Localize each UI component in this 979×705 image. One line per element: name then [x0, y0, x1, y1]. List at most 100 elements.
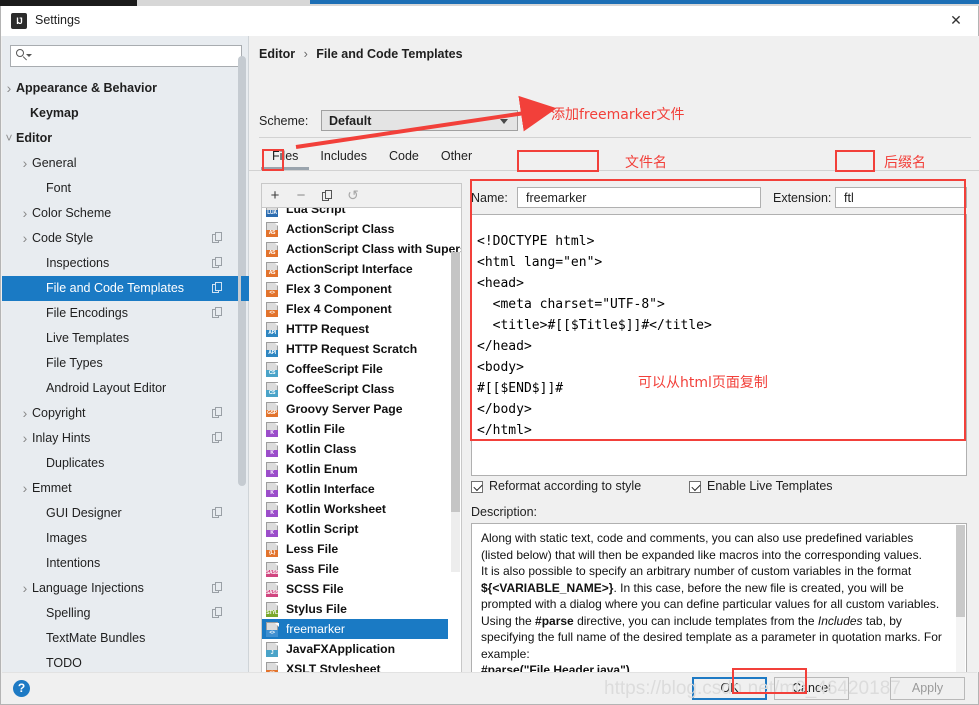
settings-tree[interactable]: Appearance & Behavior Keymap Editor General… — [2, 76, 241, 672]
sidebar-item-label: Intentions — [46, 556, 101, 570]
template-list-item[interactable]: AS ActionScript Class with Supers — [262, 239, 461, 259]
sidebar-item-textmate-bundles[interactable]: TextMate Bundles — [2, 626, 241, 651]
template-list-item[interactable]: AS ActionScript Class — [262, 219, 448, 239]
sidebar-item-language-injections[interactable]: Language Injections — [2, 576, 241, 601]
template-list-item[interactable]: K Kotlin Script — [262, 519, 448, 539]
template-list-scrollbar[interactable] — [451, 252, 460, 572]
chevron-right-icon[interactable] — [20, 401, 30, 426]
description-scrollbar[interactable] — [956, 525, 965, 690]
sidebar-item-emmet[interactable]: Emmet — [2, 476, 241, 501]
chevron-down-icon — [500, 119, 509, 124]
description-scrollbar-thumb[interactable] — [956, 525, 965, 617]
sidebar-item-label: Images — [46, 531, 87, 545]
chevron-right-icon[interactable] — [20, 426, 30, 451]
sidebar-item-code-style[interactable]: Code Style — [2, 226, 241, 251]
chevron-down-icon[interactable] — [4, 126, 14, 151]
template-list-item[interactable]: <> Flex 4 Component — [262, 299, 448, 319]
breadcrumb-leaf: File and Code Templates — [316, 47, 463, 61]
sidebar-item-font[interactable]: Font — [2, 176, 241, 201]
tab-code[interactable]: Code — [378, 146, 430, 168]
sidebar-item-intentions[interactable]: Intentions — [2, 551, 241, 576]
template-list-item[interactable]: K Kotlin Class — [262, 439, 448, 459]
template-list-item[interactable]: GSP Groovy Server Page — [262, 399, 448, 419]
tab-other[interactable]: Other — [430, 146, 483, 168]
sidebar-item-label: General — [32, 156, 77, 170]
template-list-item[interactable]: API HTTP Request Scratch — [262, 339, 448, 359]
template-list-item[interactable]: K Kotlin File — [262, 419, 448, 439]
sidebar-item-label: File Encodings — [46, 306, 128, 320]
sidebar-item-live-templates[interactable]: Live Templates — [2, 326, 241, 351]
title-bar: IJ Settings ✕ — [1, 6, 978, 36]
chevron-right-icon[interactable] — [20, 476, 30, 501]
sidebar-scrollbar[interactable] — [238, 36, 246, 632]
template-list-item[interactable]: API HTTP Request — [262, 319, 448, 339]
chevron-right-icon[interactable] — [20, 226, 30, 251]
tab-includes[interactable]: Includes — [309, 146, 378, 168]
sidebar-search[interactable] — [10, 45, 242, 67]
sidebar-item-label: TODO — [46, 656, 82, 670]
apply-button[interactable]: Apply — [890, 677, 965, 700]
chevron-right-icon[interactable] — [4, 76, 14, 101]
sidebar-item-inspections[interactable]: Inspections — [2, 251, 241, 276]
sidebar-item-spelling[interactable]: Spelling — [2, 601, 241, 626]
template-list-item-label: Kotlin Interface — [286, 482, 375, 496]
sidebar-item-general[interactable]: General — [2, 151, 241, 176]
sidebar-item-gui-designer[interactable]: GUI Designer — [2, 501, 241, 526]
template-list-scrollbar-thumb[interactable] — [451, 252, 460, 512]
annotation-file-name: 文件名 — [625, 155, 667, 171]
search-input-box[interactable] — [10, 45, 242, 67]
reset-template-button[interactable]: ↺ — [343, 186, 363, 206]
file-type-icon: <> — [266, 302, 280, 317]
file-type-icon: STYL — [266, 602, 280, 617]
sidebar-item-label: File Types — [46, 356, 103, 370]
sidebar-scrollbar-thumb[interactable] — [238, 56, 246, 486]
template-list-item[interactable]: CS CoffeeScript File — [262, 359, 448, 379]
remove-template-button[interactable]: − — [291, 186, 311, 206]
template-list-item[interactable]: CS CoffeeScript Class — [262, 379, 448, 399]
sidebar-item-file-encodings[interactable]: File Encodings — [2, 301, 241, 326]
template-list-item[interactable]: J JavaFXApplication — [262, 639, 448, 659]
template-list-item[interactable]: STYL Stylus File — [262, 599, 448, 619]
sidebar-item-file-types[interactable]: File Types — [2, 351, 241, 376]
template-list-item[interactable]: K Kotlin Worksheet — [262, 499, 448, 519]
sidebar-item-label: Emmet — [32, 481, 72, 495]
copy-icon — [212, 507, 223, 519]
template-list-item[interactable]: <> freemarker — [262, 619, 448, 639]
sidebar-item-keymap[interactable]: Keymap — [2, 101, 241, 126]
template-list-item[interactable]: SASS SCSS File — [262, 579, 448, 599]
template-list-item[interactable]: SASS Sass File — [262, 559, 448, 579]
breadcrumb-root[interactable]: Editor — [259, 47, 295, 61]
chevron-right-icon[interactable] — [20, 576, 30, 601]
sidebar-item-inlay-hints[interactable]: Inlay Hints — [2, 426, 241, 451]
template-list-item-label: JavaFXApplication — [286, 642, 396, 656]
help-icon[interactable]: ? — [13, 680, 30, 697]
file-type-icon: CS — [266, 382, 280, 397]
template-list-item-label: Flex 3 Component — [286, 282, 392, 296]
sidebar-item-appearance-behavior[interactable]: Appearance & Behavior — [2, 76, 241, 101]
sidebar-item-copyright[interactable]: Copyright — [2, 401, 241, 426]
add-template-button[interactable]: + — [265, 186, 285, 206]
sidebar-item-android-layout-editor[interactable]: Android Layout Editor — [2, 376, 241, 401]
sidebar-item-duplicates[interactable]: Duplicates — [2, 451, 241, 476]
template-list-item[interactable]: LUA Lua Script — [262, 208, 448, 219]
sidebar-item-file-and-code-templates[interactable]: File and Code Templates — [2, 276, 241, 301]
scheme-select[interactable]: Default — [321, 110, 518, 131]
sidebar-item-label: Color Scheme — [32, 206, 112, 220]
template-tabs[interactable]: Files Includes Code Other — [261, 146, 483, 170]
template-list[interactable]: LUA Lua Script AS ActionScript Class AS Actio… — [261, 207, 462, 691]
close-icon[interactable]: ✕ — [934, 6, 978, 35]
sidebar-item-todo[interactable]: TODO — [2, 651, 241, 672]
template-list-item-label: Kotlin Script — [286, 522, 359, 536]
sidebar-item-images[interactable]: Images — [2, 526, 241, 551]
template-list-item[interactable]: K Kotlin Enum — [262, 459, 448, 479]
sidebar-item-editor[interactable]: Editor — [2, 126, 241, 151]
chevron-down-icon[interactable] — [26, 54, 32, 57]
copy-template-button[interactable] — [317, 186, 337, 206]
template-list-item[interactable]: AS ActionScript Interface — [262, 259, 448, 279]
sidebar-item-color-scheme[interactable]: Color Scheme — [2, 201, 241, 226]
template-list-item[interactable]: K Kotlin Interface — [262, 479, 448, 499]
template-list-item[interactable]: <> Flex 3 Component — [262, 279, 448, 299]
chevron-right-icon[interactable] — [20, 201, 30, 226]
template-list-item[interactable]: {L} Less File — [262, 539, 448, 559]
chevron-right-icon[interactable] — [20, 151, 30, 176]
